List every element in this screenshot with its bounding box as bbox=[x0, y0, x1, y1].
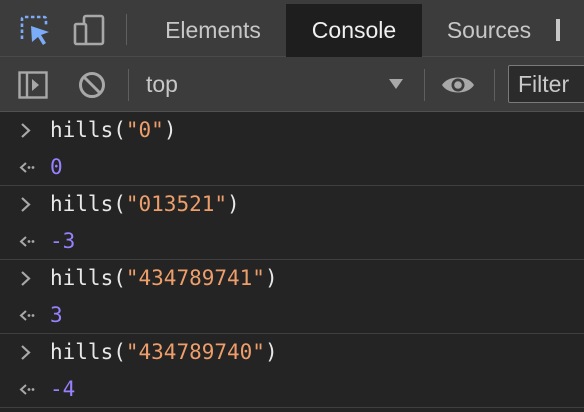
close-paren: ) bbox=[163, 118, 177, 142]
return-arrow-icon bbox=[17, 149, 39, 186]
chevron-down-icon[interactable] bbox=[386, 76, 406, 92]
devtools-tab-bar: Elements Console Sources bbox=[0, 0, 584, 57]
inspect-element-icon[interactable] bbox=[18, 13, 52, 47]
chevron-right-icon bbox=[17, 186, 39, 223]
console-input-code[interactable]: hills("434789740") bbox=[50, 334, 278, 371]
tab-overflow[interactable] bbox=[556, 4, 584, 57]
close-paren: ) bbox=[264, 340, 278, 364]
close-paren: ) bbox=[227, 192, 240, 216]
toolbar-divider bbox=[126, 14, 127, 45]
toolbar-divider bbox=[494, 69, 495, 101]
console-input-code[interactable]: hills("0") bbox=[50, 112, 176, 149]
tab-console[interactable]: Console bbox=[286, 4, 422, 57]
console-result-row: -4 bbox=[0, 371, 584, 408]
console-result-row: 0 bbox=[0, 149, 584, 186]
console-input-code[interactable]: hills("434789741") bbox=[50, 260, 278, 297]
console-result-value[interactable]: -3 bbox=[50, 223, 75, 260]
console-input-row: hills("434789741") bbox=[0, 260, 584, 297]
console-input-row: hills("013521") bbox=[0, 186, 584, 223]
return-arrow-icon bbox=[17, 297, 39, 334]
device-toolbar-icon[interactable] bbox=[72, 13, 106, 47]
filter-input[interactable]: Filter bbox=[508, 65, 584, 103]
chevron-right-icon bbox=[17, 334, 39, 371]
console-log: hills("0") 0 hills("013521") -3 hills("4… bbox=[0, 112, 584, 412]
devtools-window: Elements Console Sources top Filter hill… bbox=[0, 0, 584, 412]
live-expression-icon[interactable] bbox=[440, 69, 476, 101]
console-result-row: 3 bbox=[0, 297, 584, 334]
context-selector[interactable]: top bbox=[146, 57, 178, 112]
function-name: hills bbox=[50, 340, 114, 364]
toolbar-divider bbox=[424, 69, 425, 101]
function-name: hills bbox=[50, 192, 114, 216]
console-result-row: -3 bbox=[0, 223, 584, 260]
console-input-code[interactable]: hills("013521") bbox=[50, 186, 240, 223]
console-result-value[interactable]: 0 bbox=[50, 149, 63, 186]
console-result-value[interactable]: 3 bbox=[50, 297, 63, 334]
function-name: hills bbox=[50, 266, 114, 290]
return-arrow-icon bbox=[17, 223, 39, 260]
chevron-right-icon bbox=[17, 112, 39, 149]
string-argument: "013521" bbox=[125, 192, 228, 216]
console-sidebar-icon[interactable] bbox=[17, 69, 49, 101]
console-toolbar: top Filter bbox=[0, 57, 584, 112]
string-argument: "434789740" bbox=[125, 340, 265, 364]
console-input-row: hills("0") bbox=[0, 112, 584, 149]
open-paren: ( bbox=[113, 266, 126, 290]
open-paren: ( bbox=[113, 340, 126, 364]
console-result-value[interactable]: -4 bbox=[50, 371, 75, 408]
chevron-right-icon bbox=[17, 260, 39, 297]
tab-sources[interactable]: Sources bbox=[422, 4, 556, 57]
console-input-row: hills("434789740") bbox=[0, 334, 584, 371]
tab-elements[interactable]: Elements bbox=[140, 4, 286, 57]
string-argument: "434789741" bbox=[125, 266, 265, 290]
close-paren: ) bbox=[264, 266, 278, 290]
string-argument: "0" bbox=[125, 118, 164, 142]
clear-console-icon[interactable] bbox=[76, 69, 108, 101]
open-paren: ( bbox=[113, 118, 126, 142]
function-name: hills bbox=[50, 118, 114, 142]
toolbar-divider bbox=[128, 69, 129, 101]
open-paren: ( bbox=[113, 192, 126, 216]
return-arrow-icon bbox=[17, 371, 39, 408]
